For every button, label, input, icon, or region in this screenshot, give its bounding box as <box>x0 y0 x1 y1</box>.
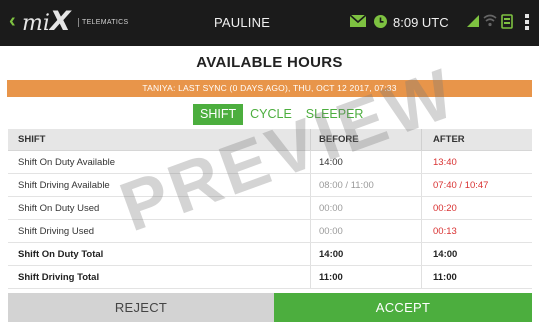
brand-subtitle: TELEMATICS <box>78 18 128 27</box>
signal-icon <box>467 15 479 27</box>
before-value: 00:00 <box>310 197 420 219</box>
after-value: 11:00 <box>421 266 532 288</box>
reject-button[interactable]: REJECT <box>8 293 274 322</box>
logo-text: mi <box>22 11 50 36</box>
row-label: Shift On Duty Used <box>18 203 100 214</box>
before-value: 14:00 <box>310 151 420 173</box>
mix-logo-icon: miX <box>22 8 71 36</box>
sync-clock-icon <box>374 15 387 28</box>
row-label: Shift On Duty Available <box>18 157 115 168</box>
mail-icon <box>349 14 367 27</box>
column-header-before: BEFORE <box>310 129 420 150</box>
table-row: Shift Driving Used 00:00 00:13 <box>8 220 532 243</box>
row-label: Shift Driving Available <box>18 180 110 191</box>
before-value: 11:00 <box>310 266 420 288</box>
before-value: 08:00 / 11:00 <box>310 174 420 196</box>
row-label: Shift Driving Total <box>18 272 100 283</box>
before-value: 00:00 <box>310 220 420 242</box>
wifi-icon <box>483 14 497 27</box>
table-row-total: Shift On Duty Total 14:00 14:00 <box>8 243 532 266</box>
table-header-row: SHIFT BEFORE AFTER <box>8 129 532 151</box>
driver-name: PAULINE <box>214 15 271 30</box>
after-value: 07:40 / 10:47 <box>421 174 532 196</box>
column-header-after: AFTER <box>421 129 532 150</box>
tab-shift[interactable]: SHIFT <box>193 104 244 125</box>
column-header-shift: SHIFT <box>18 134 46 145</box>
sync-notice-bar: TANIYA: LAST SYNC (0 DAYS AGO), THU, OCT… <box>7 80 532 97</box>
page-title: AVAILABLE HOURS <box>196 54 343 71</box>
after-value: 13:40 <box>421 151 532 173</box>
after-value: 14:00 <box>421 243 532 265</box>
app-status-bar: ‹ miX TELEMATICS PAULINE 8:09 UTC <box>0 0 539 46</box>
logo-x: X <box>49 6 71 37</box>
overflow-menu-icon[interactable] <box>524 13 530 31</box>
back-arrow-icon[interactable]: ‹ <box>9 11 16 31</box>
row-label: Shift On Duty Total <box>18 249 104 260</box>
after-value: 00:13 <box>421 220 532 242</box>
table-row: Shift Driving Available 08:00 / 11:00 07… <box>8 174 532 197</box>
tab-bar: SHIFT CYCLE SLEEPER <box>193 104 371 125</box>
clock-time: 8:09 UTC <box>393 15 449 30</box>
hours-table: SHIFT BEFORE AFTER Shift On Duty Availab… <box>8 129 532 289</box>
row-label: Shift Driving Used <box>18 226 95 237</box>
accept-button[interactable]: ACCEPT <box>274 293 532 322</box>
before-value: 14:00 <box>310 243 420 265</box>
tab-cycle[interactable]: CYCLE <box>243 104 299 125</box>
after-value: 00:20 <box>421 197 532 219</box>
device-icon <box>501 14 513 29</box>
table-row-total: Shift Driving Total 11:00 11:00 <box>8 266 532 289</box>
table-row: Shift On Duty Used 00:00 00:20 <box>8 197 532 220</box>
tab-sleeper[interactable]: SLEEPER <box>298 104 371 125</box>
table-row: Shift On Duty Available 14:00 13:40 <box>8 151 532 174</box>
